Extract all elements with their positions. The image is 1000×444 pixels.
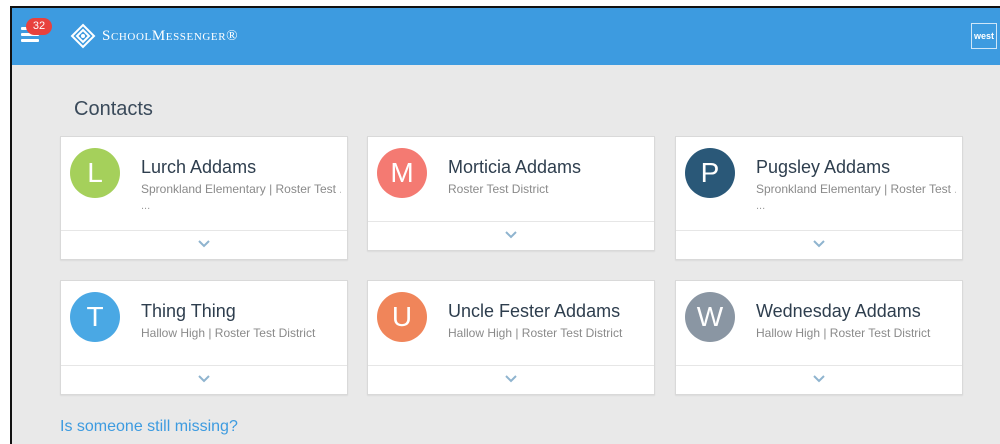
brand-logo[interactable]: SchoolMessenger® [70, 21, 238, 51]
notification-badge: 32 [26, 18, 52, 35]
chevron-down-icon [505, 375, 517, 383]
avatar: U [377, 292, 427, 342]
contact-card[interactable]: W Wednesday Addams Hallow High | Roster … [675, 280, 963, 395]
contact-card[interactable]: M Morticia Addams Roster Test District [367, 136, 655, 251]
schoolmessenger-logo-icon [70, 23, 96, 49]
brand-name: SchoolMessenger® [102, 27, 239, 44]
contact-card[interactable]: L Lurch Addams Spronkland Elementary | R… [60, 136, 348, 260]
app-window: 32 SchoolMessenger® west Contacts L Lurc… [10, 6, 1000, 444]
chevron-down-icon [505, 231, 517, 239]
contact-card[interactable]: U Uncle Fester Addams Hallow High | Rost… [367, 280, 655, 395]
expand-button[interactable] [676, 230, 962, 259]
top-bar: 32 SchoolMessenger® west [12, 8, 1000, 65]
contact-name: Pugsley Addams [756, 157, 891, 177]
contact-organization: Hallow High | Roster Test District [141, 326, 316, 340]
chevron-down-icon [813, 375, 825, 383]
avatar: P [685, 148, 735, 198]
avatar: T [70, 292, 120, 342]
chevron-down-icon [198, 240, 210, 248]
expand-button[interactable] [61, 365, 347, 394]
contact-name: Thing Thing [141, 301, 236, 321]
contact-organization: Spronkland Elementary | Roster Test ... [141, 182, 341, 196]
contact-card[interactable]: T Thing Thing Hallow High | Roster Test … [60, 280, 348, 395]
contact-organization: Roster Test District [448, 182, 549, 196]
expand-button[interactable] [368, 365, 654, 394]
contact-organization: Hallow High | Roster Test District [448, 326, 623, 340]
missing-contacts-link[interactable]: Is someone still missing? [60, 418, 238, 436]
expand-button[interactable] [368, 221, 654, 250]
chevron-down-icon [813, 240, 825, 248]
contact-name: Lurch Addams [141, 157, 257, 177]
avatar: L [70, 148, 120, 198]
expand-button[interactable] [61, 230, 347, 259]
avatar: M [377, 148, 427, 198]
contact-card[interactable]: P Pugsley Addams Spronkland Elementary |… [675, 136, 963, 260]
contact-name: Uncle Fester Addams [448, 301, 621, 321]
expand-button[interactable] [676, 365, 962, 394]
contact-name: Morticia Addams [448, 157, 582, 177]
contact-organization: Hallow High | Roster Test District [756, 326, 931, 340]
contact-name: Wednesday Addams [756, 301, 921, 321]
user-account-button[interactable]: west [971, 23, 997, 49]
contact-organization: Spronkland Elementary | Roster Test ... [756, 182, 956, 196]
contact-more: ... [141, 200, 151, 212]
chevron-down-icon [198, 375, 210, 383]
avatar: W [685, 292, 735, 342]
contact-more: ... [756, 200, 766, 212]
page-title: Contacts [74, 98, 153, 120]
